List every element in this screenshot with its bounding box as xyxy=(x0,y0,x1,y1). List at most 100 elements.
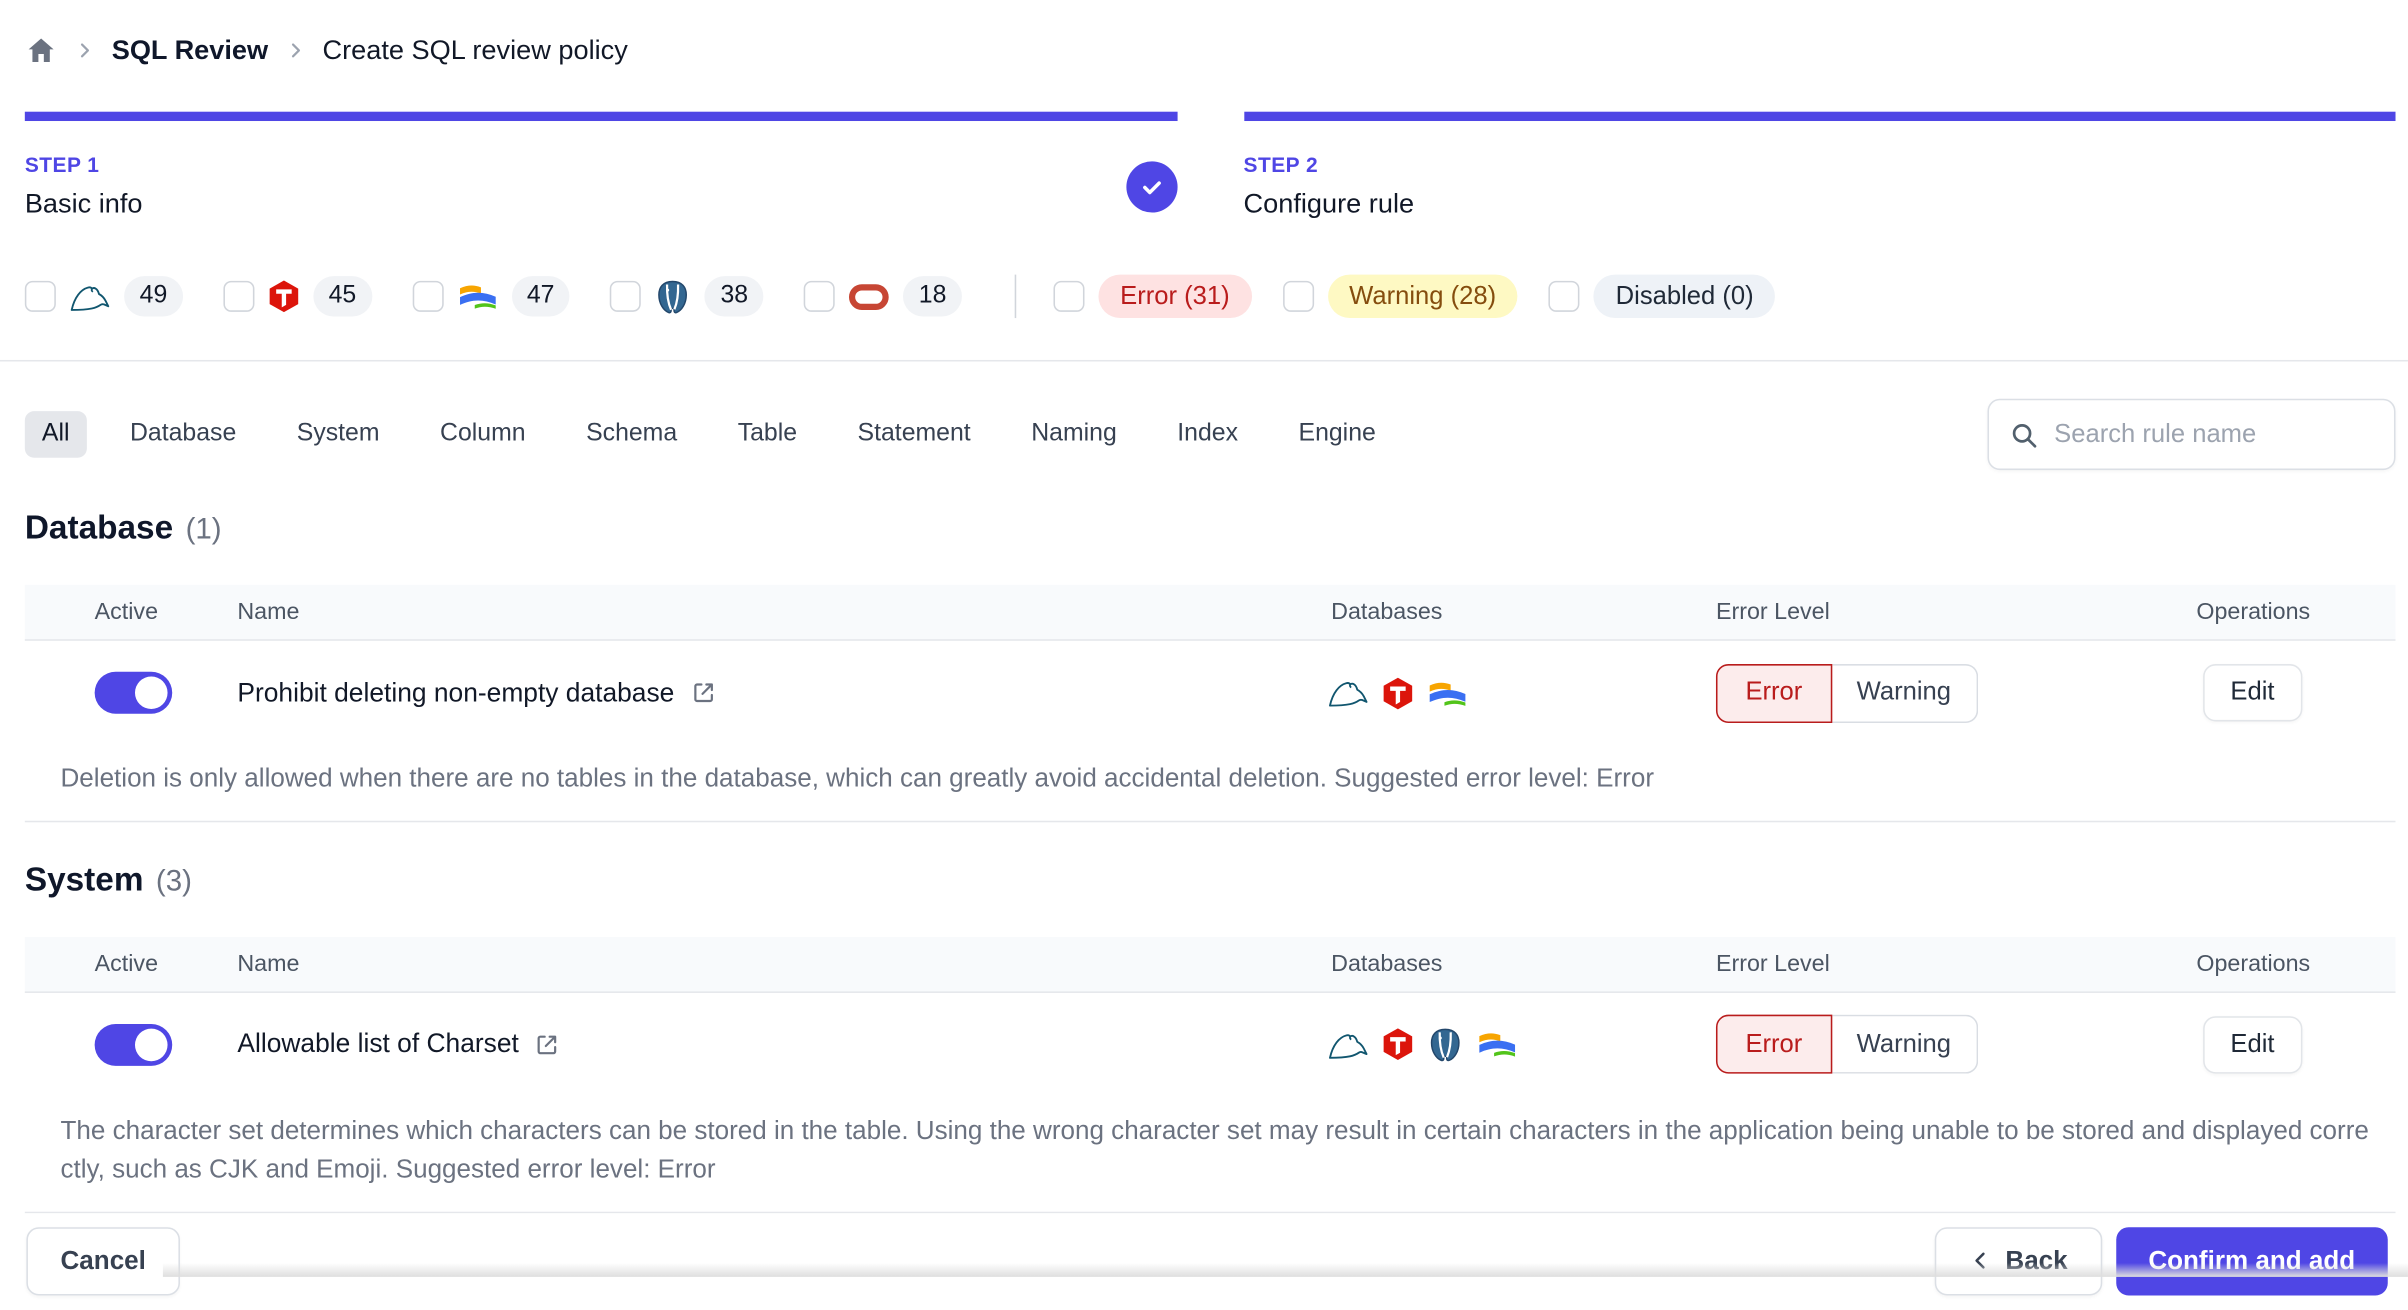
tab-index[interactable]: Index xyxy=(1160,411,1255,458)
error-level-option-warning[interactable]: Warning xyxy=(1831,663,1978,723)
active-toggle[interactable] xyxy=(94,1023,173,1066)
checkbox[interactable] xyxy=(24,280,56,312)
tab-engine[interactable]: Engine xyxy=(1281,411,1392,458)
section-divider xyxy=(0,359,2408,362)
databases-cell xyxy=(1297,676,1691,710)
postgres-icon xyxy=(1427,1026,1463,1062)
error-level-cell: Error Warning xyxy=(1691,663,2017,723)
rule-description: The character set determines which chara… xyxy=(60,1114,2369,1184)
section-count: (3) xyxy=(155,864,192,898)
checkbox[interactable] xyxy=(223,280,255,312)
name-cell: Prohibit deleting non-empty database xyxy=(237,677,1297,708)
error-level-segmented-control: Error Warning xyxy=(1715,663,1978,723)
edit-button[interactable]: Edit xyxy=(2202,664,2303,722)
rule-table-system: Active Name Databases Error Level Operations… xyxy=(24,936,2396,1213)
search-input[interactable] xyxy=(2054,419,2374,450)
back-button[interactable]: Back xyxy=(1934,1226,2102,1295)
chevron-left-icon xyxy=(1968,1249,1991,1272)
databases-cell xyxy=(1297,1026,1691,1062)
checkbox[interactable] xyxy=(1053,280,1085,312)
error-level-cell: Error Warning xyxy=(1691,1014,2017,1074)
column-header-active: Active xyxy=(94,950,159,977)
tab-statement[interactable]: Statement xyxy=(840,411,987,458)
create-sql-review-policy-page: SQL Review Create SQL review policy STEP… xyxy=(0,0,2408,1310)
postgres-icon xyxy=(655,278,691,314)
cancel-button[interactable]: Cancel xyxy=(26,1226,181,1295)
engine-count-badge: 38 xyxy=(704,276,764,317)
checkbox[interactable] xyxy=(412,280,444,312)
level-badge-disabled: Disabled (0) xyxy=(1593,274,1776,319)
column-header-active: Active xyxy=(94,598,159,626)
step-indicator: STEP 1 Basic info STEP 2 Configure rule xyxy=(0,111,2408,221)
name-cell: Allowable list of Charset xyxy=(237,1029,1297,1060)
engine-filter-oracle[interactable]: 18 xyxy=(803,276,962,317)
level-filter-warning[interactable]: Warning (28) xyxy=(1282,274,1518,319)
level-badge-warning: Warning (28) xyxy=(1327,274,1518,319)
step-2-title: Configure rule xyxy=(1243,187,1415,219)
section-title: System xyxy=(24,860,144,898)
level-filter-error[interactable]: Error (31) xyxy=(1053,274,1252,319)
level-badge-error: Error (31) xyxy=(1098,274,1252,319)
step-2-progress-bar xyxy=(1243,111,2396,122)
error-level-option-error[interactable]: Error xyxy=(1715,663,1832,723)
error-level-option-warning[interactable]: Warning xyxy=(1831,1014,1978,1074)
external-link-icon[interactable] xyxy=(690,680,716,706)
error-level-option-error[interactable]: Error xyxy=(1715,1014,1832,1074)
active-cell xyxy=(25,671,238,714)
tab-schema[interactable]: Schema xyxy=(569,411,694,458)
column-header-databases: Databases xyxy=(1331,950,1443,977)
step-1-title: Basic info xyxy=(24,187,143,219)
tidb-icon xyxy=(268,279,299,313)
mysql-icon xyxy=(1328,1029,1368,1058)
edit-button[interactable]: Edit xyxy=(2202,1015,2303,1073)
category-tabs-row: All Database System Column Schema Table Statem… xyxy=(0,398,2408,471)
tab-database[interactable]: Database xyxy=(113,411,253,458)
rule-name: Allowable list of Charset xyxy=(237,1028,519,1059)
engine-filter-oceanbase[interactable]: 47 xyxy=(412,276,571,317)
engine-filter-tidb[interactable]: 45 xyxy=(223,276,372,317)
tidb-icon xyxy=(1382,1027,1413,1061)
oceanbase-icon xyxy=(457,282,497,310)
rule-row: Prohibit deleting non-empty database Erro… xyxy=(25,641,2396,745)
tab-all[interactable]: All xyxy=(24,411,87,458)
chevron-right-icon xyxy=(74,40,94,60)
operations-cell: Edit xyxy=(2017,1015,2396,1073)
category-tabs: All Database System Column Schema Table Statem… xyxy=(24,411,1419,458)
checkbox[interactable] xyxy=(1548,280,1580,312)
tab-column[interactable]: Column xyxy=(423,411,543,458)
checkbox[interactable] xyxy=(1282,280,1314,312)
engine-count-badge: 45 xyxy=(313,276,372,317)
engine-count-badge: 49 xyxy=(124,276,183,317)
confirm-and-add-button[interactable]: Confirm and add xyxy=(2115,1226,2388,1295)
tab-system[interactable]: System xyxy=(280,411,397,458)
level-filter-disabled[interactable]: Disabled (0) xyxy=(1548,274,1776,319)
table-header: Active Name Databases Error Level Operations xyxy=(24,584,2396,641)
breadcrumb-current: Create SQL review policy xyxy=(322,34,628,66)
search-box xyxy=(1987,398,2396,471)
mysql-icon xyxy=(70,282,110,311)
rule-table-database: Active Name Databases Error Level Operations… xyxy=(24,584,2396,822)
step-1-completed-check-icon xyxy=(1125,161,1177,213)
tab-table[interactable]: Table xyxy=(721,411,814,458)
oceanbase-icon xyxy=(1427,679,1467,707)
checkbox[interactable] xyxy=(803,280,835,312)
tab-naming[interactable]: Naming xyxy=(1014,411,1134,458)
engine-filter-postgres[interactable]: 38 xyxy=(610,276,764,317)
engine-filter-mysql[interactable]: 49 xyxy=(24,276,183,317)
engine-filters: 49 45 47 38 18 xyxy=(24,276,1002,317)
footer-bar: Cancel Back Confirm and add xyxy=(0,1212,2408,1310)
column-header-operations: Operations xyxy=(2196,950,2311,977)
active-cell xyxy=(25,1023,238,1066)
column-header-name: Name xyxy=(237,950,300,977)
breadcrumb-sql-review[interactable]: SQL Review xyxy=(112,34,268,67)
oceanbase-icon xyxy=(1477,1030,1517,1058)
breadcrumb: SQL Review Create SQL review policy xyxy=(0,0,2408,67)
external-link-icon[interactable] xyxy=(534,1031,560,1057)
active-toggle[interactable] xyxy=(94,671,173,714)
checkbox[interactable] xyxy=(610,280,642,312)
home-icon[interactable] xyxy=(25,34,58,67)
step-1-progress-bar xyxy=(24,111,1177,122)
step-2-label: STEP 2 xyxy=(1243,153,1319,177)
rule-description: Deletion is only allowed when there are … xyxy=(60,763,1654,793)
tidb-icon xyxy=(1382,676,1413,710)
